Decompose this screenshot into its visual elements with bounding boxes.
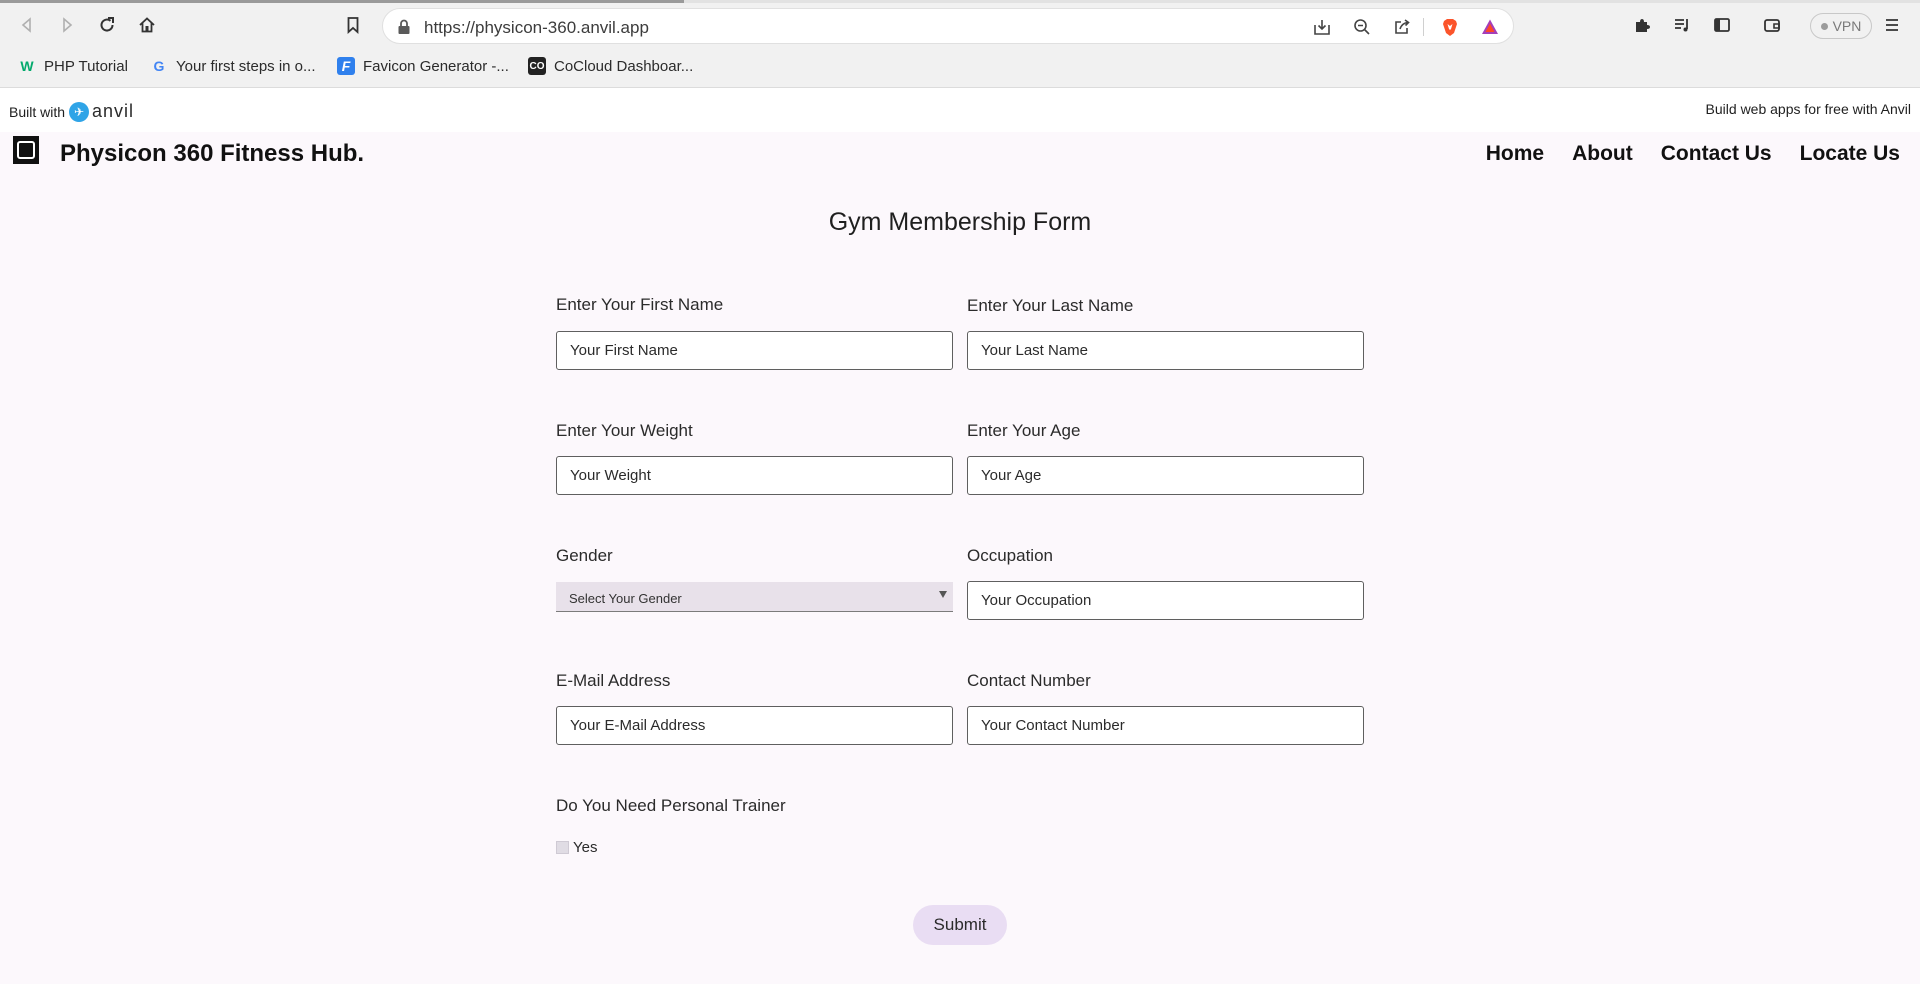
- sidebar-icon: [1714, 18, 1730, 32]
- last-name-input[interactable]: [967, 331, 1364, 370]
- bookmark-label: Favicon Generator -...: [363, 57, 509, 75]
- nav-contact-us-link[interactable]: Contact Us: [1661, 142, 1772, 166]
- bookmarks-bar: W PHP Tutorial G Your first steps in o..…: [0, 52, 1920, 80]
- browser-toolbar: https://physicon-360.anvil.app VPN: [0, 5, 1920, 45]
- wallet-button[interactable]: [1755, 8, 1789, 42]
- media-button[interactable]: [1665, 8, 1699, 42]
- form-title: Gym Membership Form: [828, 208, 1092, 236]
- anvil-logo: ✈ anvil: [69, 101, 134, 122]
- age-label: Enter Your Age: [967, 421, 1081, 440]
- app-header: Physicon 360 Fitness Hub. Home About Con…: [0, 132, 1920, 176]
- favicon-generator-icon: F: [337, 57, 355, 75]
- last-name-label: Enter Your Last Name: [967, 296, 1134, 315]
- google-icon: G: [153, 58, 165, 74]
- bookmark-first-steps[interactable]: G Your first steps in o...: [150, 54, 316, 78]
- vpn-status-icon: [1820, 22, 1828, 30]
- back-icon: [21, 17, 31, 33]
- sidebar-button[interactable]: [1705, 8, 1739, 42]
- nav-locate-us-link[interactable]: Locate Us: [1800, 142, 1900, 166]
- menu-icon: [1886, 19, 1898, 31]
- submit-button[interactable]: Submit: [913, 905, 1007, 945]
- occupation-label: Occupation: [967, 546, 1053, 565]
- personal-trainer-label: Do You Need Personal Trainer: [556, 796, 786, 815]
- forward-button[interactable]: [50, 8, 84, 42]
- browser-chrome: https://physicon-360.anvil.app VPN W PHP…: [0, 0, 1920, 88]
- gym-logo: [13, 136, 39, 164]
- puzzle-icon: [1636, 19, 1650, 32]
- vpn-label: VPN: [1832, 18, 1862, 34]
- brave-rewards-icon[interactable]: [1479, 16, 1501, 38]
- bookmark-icon: [347, 17, 359, 35]
- weight-label: Enter Your Weight: [556, 421, 693, 440]
- main-nav: Home About Contact Us Locate Us: [1486, 142, 1900, 166]
- extensions-button[interactable]: [1625, 8, 1659, 42]
- home-button[interactable]: [130, 8, 164, 42]
- brave-shields-icon[interactable]: [1439, 16, 1461, 38]
- playlist-icon: [1675, 19, 1688, 32]
- url-text[interactable]: https://physicon-360.anvil.app: [424, 18, 649, 38]
- w3schools-icon: W: [20, 58, 34, 74]
- active-tab-indicator[interactable]: [0, 0, 684, 3]
- gender-select[interactable]: Select Your Gender: [556, 582, 953, 612]
- personal-trainer-yes-label[interactable]: Yes: [573, 839, 597, 856]
- address-bar[interactable]: https://physicon-360.anvil.app: [382, 8, 1514, 44]
- built-with-anvil-link[interactable]: Built with ✈ anvil: [9, 101, 134, 122]
- cocloud-icon: CO: [528, 57, 546, 75]
- zoom-out-icon[interactable]: [1351, 16, 1373, 38]
- vpn-button[interactable]: VPN: [1810, 13, 1872, 39]
- weight-input[interactable]: [556, 456, 953, 495]
- personal-trainer-checkbox[interactable]: [556, 841, 569, 854]
- reload-icon: [100, 17, 114, 32]
- anvil-banner: Built with ✈ anvil Build web apps for fr…: [0, 88, 1920, 132]
- bookmark-label: CoCloud Dashboar...: [554, 57, 694, 75]
- email-label: E-Mail Address: [556, 671, 671, 690]
- gender-selected-value: Select Your Gender: [569, 591, 682, 606]
- nav-about-link[interactable]: About: [1572, 142, 1633, 166]
- wallet-icon: [1764, 19, 1780, 32]
- bookmark-cocloud[interactable]: CO CoCloud Dashboar...: [528, 54, 693, 78]
- first-name-label: Enter Your First Name: [556, 295, 724, 314]
- menu-button[interactable]: [1875, 8, 1909, 42]
- email-input[interactable]: [556, 706, 953, 745]
- gender-label: Gender: [556, 546, 613, 565]
- contact-number-label: Contact Number: [967, 671, 1091, 690]
- dropdown-arrow-icon: [939, 591, 947, 598]
- bookmark-label: PHP Tutorial: [44, 57, 128, 75]
- bookmark-label: Your first steps in o...: [176, 57, 316, 75]
- reload-button[interactable]: [90, 8, 124, 42]
- anvil-logo-icon: ✈: [69, 101, 90, 122]
- age-input[interactable]: [967, 456, 1364, 495]
- bookmark-favicon-generator[interactable]: F Favicon Generator -...: [337, 54, 509, 78]
- bookmark-button[interactable]: [336, 8, 370, 42]
- contact-number-input[interactable]: [967, 706, 1364, 745]
- forward-icon: [63, 17, 73, 33]
- back-button[interactable]: [10, 8, 44, 42]
- install-app-icon[interactable]: [1311, 16, 1333, 38]
- first-name-input[interactable]: [556, 331, 953, 370]
- share-icon[interactable]: [1391, 16, 1413, 38]
- tab-strip: [0, 0, 1920, 3]
- omnibox-divider: [1423, 18, 1424, 36]
- home-icon: [139, 17, 155, 33]
- occupation-input[interactable]: [967, 581, 1364, 620]
- build-free-link[interactable]: Build web apps for free with Anvil: [1706, 101, 1911, 117]
- anvil-wordmark: anvil: [92, 101, 135, 121]
- bookmark-php-tutorial[interactable]: W PHP Tutorial: [18, 54, 128, 78]
- nav-home-link[interactable]: Home: [1486, 142, 1544, 166]
- built-with-label: Built with: [9, 103, 66, 120]
- app-title: Physicon 360 Fitness Hub.: [60, 140, 365, 167]
- lock-icon: [398, 19, 410, 34]
